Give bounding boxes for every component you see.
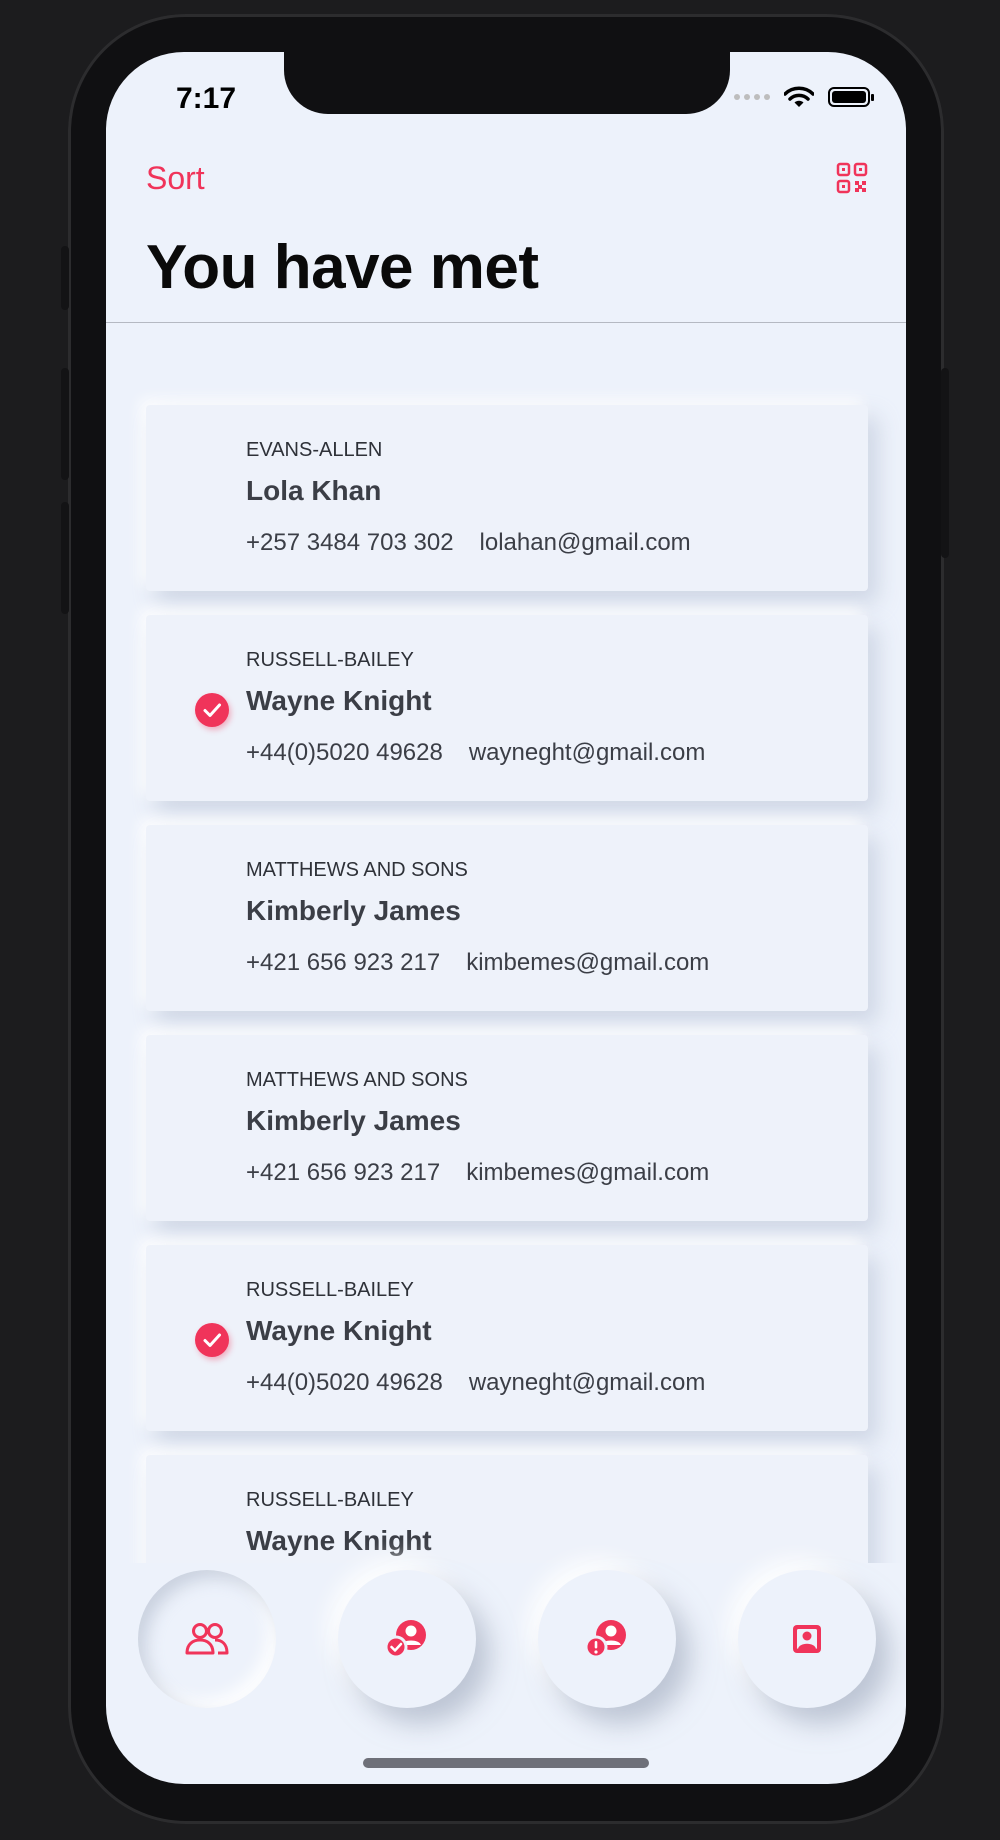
contact-card[interactable]: RUSSELL-BAILEY Wayne Knight +44(0)5020 4… <box>146 1245 868 1431</box>
contact-company: RUSSELL-BAILEY <box>246 649 414 671</box>
contact-details: +44(0)5020 49628 wayneght@gmail.com <box>246 739 705 767</box>
contact-company: MATTHEWS AND SONS <box>246 1069 468 1091</box>
contact-phone[interactable]: +44(0)5020 49628 <box>246 1369 443 1396</box>
contact-list[interactable]: EVANS-ALLEN Lola Khan +257 3484 703 302 l… <box>106 323 906 1563</box>
contact-details: +421 656 923 217 kimbemes@gmail.com <box>246 1159 709 1187</box>
tab-confirmed[interactable] <box>338 1570 476 1708</box>
contact-company: RUSSELL-BAILEY <box>246 1489 414 1511</box>
contact-name: Lola Khan <box>246 475 382 506</box>
people-icon <box>185 1623 229 1655</box>
phone-power-button <box>941 368 949 558</box>
contact-card[interactable]: RUSSELL-BAILEY Wayne Knight +44(0)5020 4… <box>146 615 868 801</box>
page-title: You have met <box>146 233 539 302</box>
contact-card[interactable]: MATTHEWS AND SONS Kimberly James +421 65… <box>146 825 868 1011</box>
user-alert-icon <box>585 1620 626 1659</box>
contact-name: Wayne Knight <box>246 685 432 716</box>
contact-details: +421 656 923 217 kimbemes@gmail.com <box>246 949 709 977</box>
contact-card[interactable]: MATTHEWS AND SONS Kimberly James +421 65… <box>146 1035 868 1221</box>
notch <box>284 52 730 114</box>
contact-name: Kimberly James <box>246 895 461 926</box>
checkmark-icon <box>195 1323 229 1357</box>
contact-email[interactable]: lolahan@gmail.com <box>480 529 691 556</box>
phone-volume-down <box>61 502 69 614</box>
sort-button[interactable]: Sort <box>146 160 205 197</box>
status-time: 7:17 <box>176 82 237 115</box>
wifi-icon <box>784 86 814 107</box>
battery-icon <box>828 87 874 107</box>
contact-name: Kimberly James <box>246 1105 461 1136</box>
contact-company: RUSSELL-BAILEY <box>246 1279 414 1301</box>
phone-mute-switch <box>61 246 69 310</box>
contact-phone[interactable]: +44(0)5020 49628 <box>246 739 443 766</box>
contact-email[interactable]: kimbemes@gmail.com <box>466 949 709 976</box>
contact-name: Wayne Knight <box>246 1315 432 1346</box>
contact-details: +257 3484 703 302 lolahan@gmail.com <box>246 529 691 557</box>
tab-pending[interactable] <box>538 1570 676 1708</box>
user-check-icon <box>385 1620 426 1659</box>
cellular-icon <box>734 94 770 100</box>
screen: 7:17 Sort You have met EVANS-ALLEN Lola … <box>106 52 906 1784</box>
contact-card[interactable]: EVANS-ALLEN Lola Khan +257 3484 703 302 l… <box>146 405 868 591</box>
status-icons <box>734 86 874 108</box>
contact-email[interactable]: wayneght@gmail.com <box>469 1369 705 1396</box>
contact-phone[interactable]: +257 3484 703 302 <box>246 529 454 556</box>
contact-company: MATTHEWS AND SONS <box>246 859 468 881</box>
contact-company: EVANS-ALLEN <box>246 439 383 461</box>
phone-volume-up <box>61 368 69 480</box>
contact-card-icon <box>793 1625 821 1653</box>
contact-email[interactable]: wayneght@gmail.com <box>469 739 705 766</box>
contact-phone[interactable]: +421 656 923 217 <box>246 1159 440 1186</box>
qr-code-icon[interactable] <box>836 162 868 194</box>
home-indicator[interactable] <box>363 1758 649 1768</box>
tab-my-card[interactable] <box>738 1570 876 1708</box>
tab-met-people[interactable] <box>138 1570 276 1708</box>
contact-email[interactable]: kimbemes@gmail.com <box>466 1159 709 1186</box>
contact-card[interactable]: RUSSELL-BAILEY Wayne Knight <box>146 1455 868 1563</box>
contact-phone[interactable]: +421 656 923 217 <box>246 949 440 976</box>
contact-name: Wayne Knight <box>246 1525 432 1556</box>
checkmark-icon <box>195 693 229 727</box>
contact-details: +44(0)5020 49628 wayneght@gmail.com <box>246 1369 705 1397</box>
